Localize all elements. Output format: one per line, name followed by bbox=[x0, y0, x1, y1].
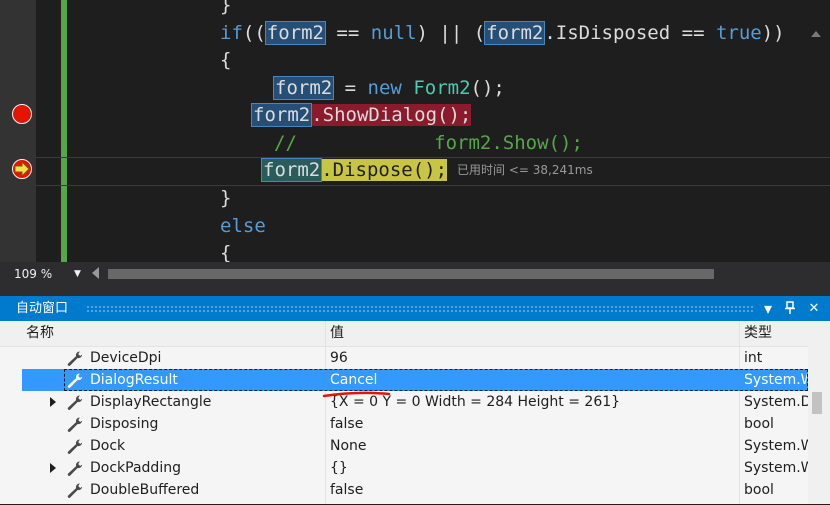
wrench-icon bbox=[66, 482, 84, 498]
annotation-underline bbox=[322, 391, 391, 398]
variable-highlight: form2 bbox=[264, 21, 326, 45]
code-line: } bbox=[220, 0, 232, 16]
variable-type: System.D bbox=[744, 394, 808, 410]
variable-row[interactable]: DialogResult Cancel System.W bbox=[0, 369, 808, 391]
row-gutter bbox=[0, 369, 22, 391]
zoom-level: 109 % bbox=[14, 267, 53, 281]
zoom-dropdown[interactable]: 109 % ▼ bbox=[8, 265, 86, 283]
code-line-comment: // form2.Show(); bbox=[274, 132, 583, 154]
breakpoint-icon[interactable] bbox=[12, 104, 32, 124]
variable-name: Disposing bbox=[90, 416, 159, 432]
variable-row[interactable]: DockPadding {} System.W bbox=[0, 457, 808, 479]
code-line: { bbox=[220, 49, 232, 71]
autos-window: 自动窗口 ▾ ✕ 名称 值 类型 DeviceDpi 96 int DialogRes… bbox=[0, 296, 830, 504]
expand-arrow-icon[interactable] bbox=[50, 463, 56, 473]
scroll-left-icon[interactable] bbox=[92, 267, 99, 279]
code-line-else: else bbox=[220, 215, 266, 237]
autos-title-bar[interactable]: 自动窗口 ▾ ✕ bbox=[0, 296, 830, 321]
row-gutter bbox=[0, 435, 22, 457]
code-editor[interactable]: } if((form2 == null) || (form2.IsDispose… bbox=[0, 0, 830, 262]
expand-arrow-icon[interactable] bbox=[50, 397, 56, 407]
variable-type: bool bbox=[744, 416, 774, 432]
row-gutter bbox=[0, 391, 22, 413]
scroll-up-icon[interactable] bbox=[811, 31, 821, 37]
code-line: } bbox=[220, 187, 232, 209]
variable-value[interactable]: {} bbox=[330, 457, 348, 479]
variable-highlight: form2 bbox=[484, 21, 546, 45]
dropdown-icon[interactable]: ▾ bbox=[757, 296, 779, 321]
grid-header: 名称 值 类型 bbox=[0, 321, 808, 347]
variable-name: DisplayRectangle bbox=[90, 394, 212, 410]
row-gutter bbox=[0, 347, 22, 369]
pin-icon[interactable] bbox=[779, 296, 801, 321]
variable-name: DockPadding bbox=[90, 460, 181, 476]
row-gutter bbox=[0, 479, 22, 501]
wrench-icon bbox=[66, 416, 84, 432]
focus-rectangle bbox=[64, 369, 808, 391]
variable-highlight: form2 bbox=[250, 103, 313, 127]
breakpoint-margin[interactable] bbox=[0, 0, 36, 262]
panel-separator[interactable] bbox=[0, 286, 830, 296]
code-line-if: if((form2 == null) || (form2.IsDisposed … bbox=[220, 21, 785, 45]
title-grip bbox=[86, 305, 754, 313]
column-header-type[interactable]: 类型 bbox=[744, 321, 772, 346]
variable-value[interactable]: false bbox=[330, 413, 363, 435]
wrench-icon bbox=[66, 394, 84, 410]
row-gutter bbox=[0, 457, 22, 479]
wrench-icon bbox=[66, 460, 84, 476]
variable-name: DeviceDpi bbox=[90, 350, 162, 366]
variable-type: System.W bbox=[744, 438, 808, 454]
variable-row[interactable]: Disposing false bool bbox=[0, 413, 808, 435]
vertical-scrollbar-thumb[interactable] bbox=[812, 392, 822, 414]
variable-row[interactable]: DeviceDpi 96 int bbox=[0, 347, 808, 369]
variable-name: DoubleBuffered bbox=[90, 482, 200, 498]
close-icon[interactable]: ✕ bbox=[803, 296, 825, 321]
current-statement-highlight: .Dispose(); bbox=[321, 159, 448, 181]
editor-status-bar: 109 % ▼ bbox=[0, 262, 830, 286]
current-statement-breakpoint-icon[interactable] bbox=[12, 159, 32, 179]
code-line-showdialog: form2.ShowDialog(); bbox=[250, 102, 472, 129]
code-line: { bbox=[220, 242, 232, 262]
variable-value[interactable]: None bbox=[330, 435, 367, 457]
variable-row[interactable]: DoubleBuffered false bool bbox=[0, 479, 808, 501]
code-line-assign: form2 = new Form2(); bbox=[272, 76, 505, 100]
variable-highlight: form2 bbox=[260, 158, 323, 182]
variable-value[interactable]: false bbox=[330, 479, 363, 501]
window-title: 自动窗口 bbox=[16, 301, 69, 316]
variable-row[interactable]: Dock None System.W bbox=[0, 435, 808, 457]
dropdown-icon: ▼ bbox=[74, 269, 81, 279]
code-line-dispose: form2.Dispose(); 已用时间 <= 38,241ms bbox=[260, 157, 593, 184]
variable-value[interactable]: 96 bbox=[330, 347, 348, 369]
variable-type: System.W bbox=[744, 460, 808, 476]
column-header-name[interactable]: 名称 bbox=[26, 321, 54, 346]
change-tracking-bar bbox=[61, 0, 67, 262]
breakpoint-highlight: .ShowDialog(); bbox=[311, 104, 472, 126]
variable-highlight: form2 bbox=[272, 76, 335, 100]
variable-name: Dock bbox=[90, 438, 126, 454]
perftip-elapsed[interactable]: 已用时间 <= 38,241ms bbox=[457, 163, 593, 177]
row-gutter bbox=[0, 413, 22, 435]
variable-row[interactable]: DisplayRectangle {X = 0 Y = 0 Width = 284… bbox=[0, 391, 808, 413]
wrench-icon bbox=[66, 350, 84, 366]
column-header-value[interactable]: 值 bbox=[330, 321, 344, 346]
wrench-icon bbox=[66, 438, 84, 454]
variable-type: int bbox=[744, 350, 763, 366]
variable-type: bool bbox=[744, 482, 774, 498]
horizontal-scrollbar-thumb[interactable] bbox=[108, 269, 714, 279]
